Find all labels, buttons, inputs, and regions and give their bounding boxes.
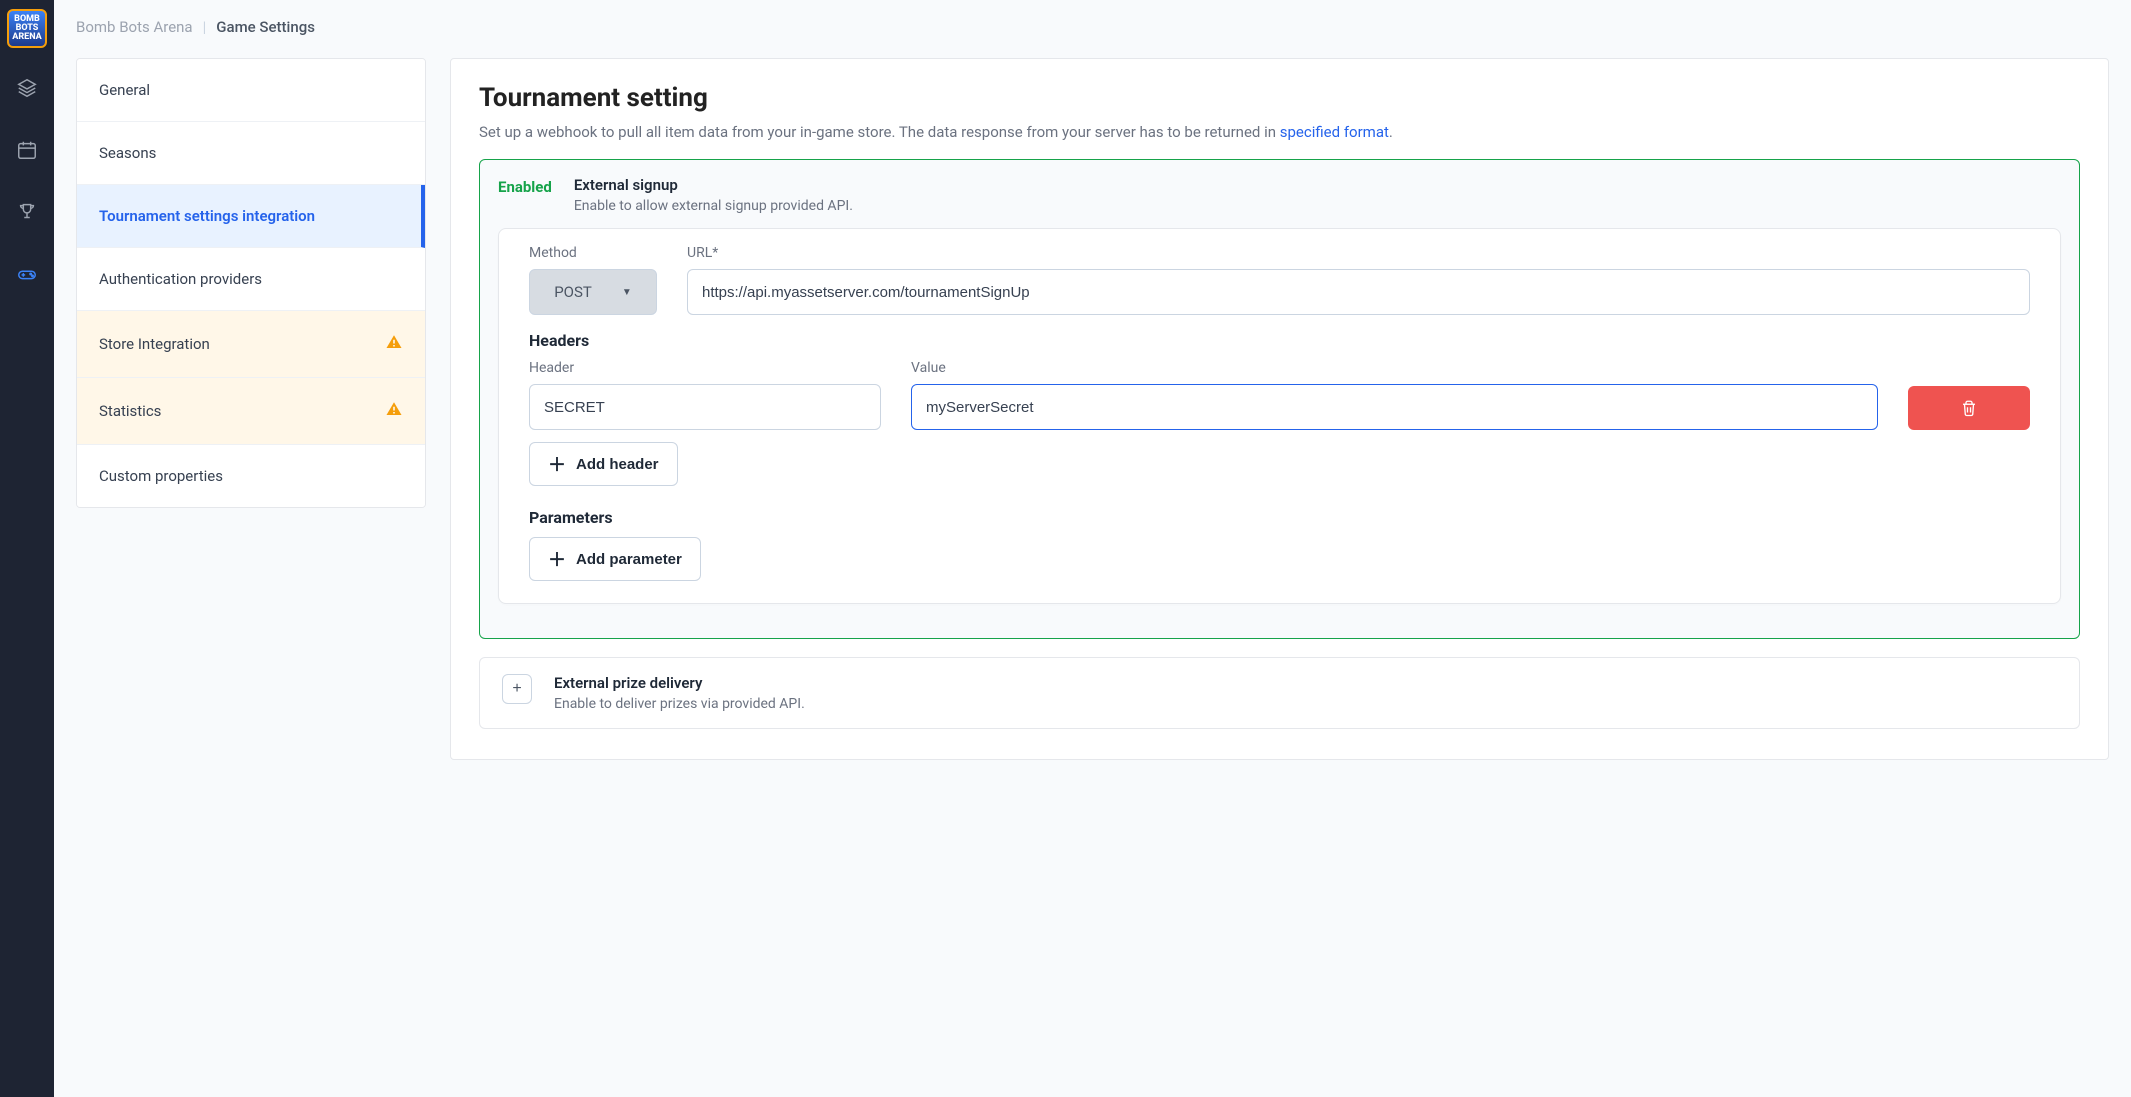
chevron-down-icon: ▼ xyxy=(622,287,632,298)
plus-icon: ＋ xyxy=(548,451,566,477)
page-subtitle: Set up a webhook to pull all item data f… xyxy=(479,123,2080,141)
subtitle-text: Set up a webhook to pull all item data f… xyxy=(479,123,1280,141)
headers-title: Headers xyxy=(529,331,2030,350)
app-logo[interactable]: BOMB BOTS ARENA xyxy=(7,8,47,48)
vertical-nav: BOMB BOTS ARENA xyxy=(0,0,54,1097)
sidebar-item-store-integration[interactable]: Store Integration xyxy=(77,311,425,378)
sidebar-item-tournament-settings[interactable]: Tournament settings integration xyxy=(77,185,425,248)
external-prize-desc: Enable to deliver prizes via provided AP… xyxy=(554,696,805,712)
breadcrumb-project[interactable]: Bomb Bots Arena xyxy=(76,18,193,36)
external-signup-title: External signup xyxy=(574,176,853,194)
external-prize-section: + External prize delivery Enable to deli… xyxy=(479,657,2080,729)
sidebar-item-label: Seasons xyxy=(99,144,156,162)
subtitle-post: . xyxy=(1389,123,1393,141)
sidebar-item-auth-providers[interactable]: Authentication providers xyxy=(77,248,425,311)
nav-item-layers[interactable] xyxy=(0,66,54,110)
external-prize-title: External prize delivery xyxy=(554,674,805,692)
method-value: POST xyxy=(554,283,592,301)
sidebar-item-label: Authentication providers xyxy=(99,270,262,288)
plus-icon: ＋ xyxy=(548,546,566,572)
sidebar-item-label: Tournament settings integration xyxy=(99,207,315,225)
url-label: URL* xyxy=(687,245,2030,261)
webhook-form: Method POST ▼ URL* Headers xyxy=(498,228,2061,604)
settings-sidebar: General Seasons Tournament settings inte… xyxy=(76,58,426,508)
expand-prize-button[interactable]: + xyxy=(502,674,532,704)
main-panel: Tournament setting Set up a webhook to p… xyxy=(450,58,2109,760)
header-key-input[interactable] xyxy=(529,384,881,430)
nav-item-trophy[interactable] xyxy=(0,190,54,234)
add-header-label: Add header xyxy=(576,456,659,473)
header-key-label: Header xyxy=(529,360,881,376)
sidebar-item-general[interactable]: General xyxy=(77,59,425,122)
url-input[interactable] xyxy=(687,269,2030,315)
external-signup-section: Enabled External signup Enable to allow … xyxy=(479,159,2080,639)
trophy-icon xyxy=(16,201,38,223)
controller-icon xyxy=(16,263,38,285)
add-header-button[interactable]: ＋ Add header xyxy=(529,442,678,486)
external-signup-desc: Enable to allow external signup provided… xyxy=(574,198,853,214)
trash-icon xyxy=(1960,399,1978,417)
sidebar-item-label: Statistics xyxy=(99,402,161,420)
parameters-title: Parameters xyxy=(529,508,2030,527)
nav-item-controller[interactable] xyxy=(0,252,54,296)
warning-icon xyxy=(385,333,403,355)
add-parameter-label: Add parameter xyxy=(576,551,682,568)
specified-format-link[interactable]: specified format xyxy=(1280,123,1389,141)
enabled-badge: Enabled xyxy=(498,176,552,196)
method-select[interactable]: POST ▼ xyxy=(529,269,657,315)
app-logo-text: BOMB BOTS ARENA xyxy=(7,9,47,48)
page-title: Tournament setting xyxy=(479,83,2080,113)
sidebar-item-custom-properties[interactable]: Custom properties xyxy=(77,445,425,507)
layers-icon xyxy=(16,77,38,99)
breadcrumb-current: Game Settings xyxy=(216,18,315,36)
warning-icon xyxy=(385,400,403,422)
breadcrumb: Bomb Bots Arena | Game Settings xyxy=(54,0,2131,46)
add-parameter-button[interactable]: ＋ Add parameter xyxy=(529,537,701,581)
sidebar-item-label: Store Integration xyxy=(99,335,210,353)
header-value-label: Value xyxy=(911,360,1878,376)
header-value-input[interactable] xyxy=(911,384,1878,430)
nav-item-calendar[interactable] xyxy=(0,128,54,172)
delete-header-button[interactable] xyxy=(1908,386,2030,430)
calendar-icon xyxy=(16,139,38,161)
breadcrumb-separator: | xyxy=(203,18,207,36)
sidebar-item-statistics[interactable]: Statistics xyxy=(77,378,425,445)
sidebar-item-label: Custom properties xyxy=(99,467,223,485)
sidebar-item-label: General xyxy=(99,81,150,99)
method-label: Method xyxy=(529,245,657,261)
sidebar-item-seasons[interactable]: Seasons xyxy=(77,122,425,185)
